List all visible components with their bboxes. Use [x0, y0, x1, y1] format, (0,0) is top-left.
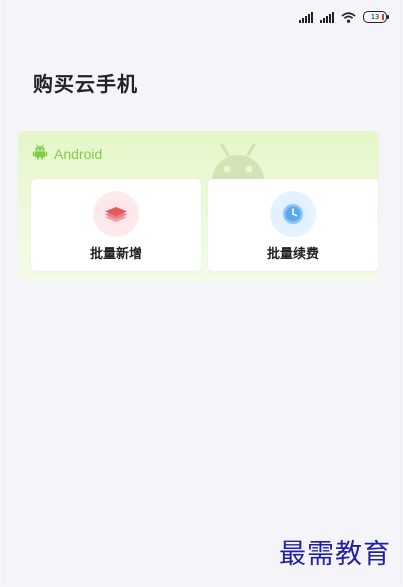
batch-renew-label: 批量续费: [266, 247, 319, 262]
watermark-text: 最需教育: [279, 539, 391, 570]
batch-renew-icon-badge: [270, 191, 316, 237]
status-bar: 13: [299, 8, 389, 27]
phone-screen: 13 购买云手机 Android 批量新增 批量续费 最需教育: [4, 0, 402, 585]
batch-renew-button[interactable]: 批量续费: [208, 179, 378, 271]
cellular-signal-icon: [299, 11, 313, 23]
battery-level: 13: [370, 13, 380, 21]
batch-add-button[interactable]: 批量新增: [31, 179, 201, 271]
clock-icon: [283, 204, 303, 224]
platform-label: Android: [54, 145, 103, 162]
batch-add-label: 批量新增: [89, 247, 142, 262]
battery-low-indicator: [382, 14, 384, 20]
batch-add-icon-badge: [93, 191, 139, 237]
battery-icon: 13: [363, 11, 389, 23]
platform-header: Android: [32, 144, 102, 163]
android-icon: [32, 144, 48, 163]
cellular-signal-icon: [320, 11, 334, 23]
stack-layers-icon: [105, 207, 127, 222]
android-platform-card: Android 批量新增 批量续费: [18, 131, 379, 281]
page-title: 购买云手机: [33, 72, 138, 96]
wifi-icon: [341, 8, 356, 27]
